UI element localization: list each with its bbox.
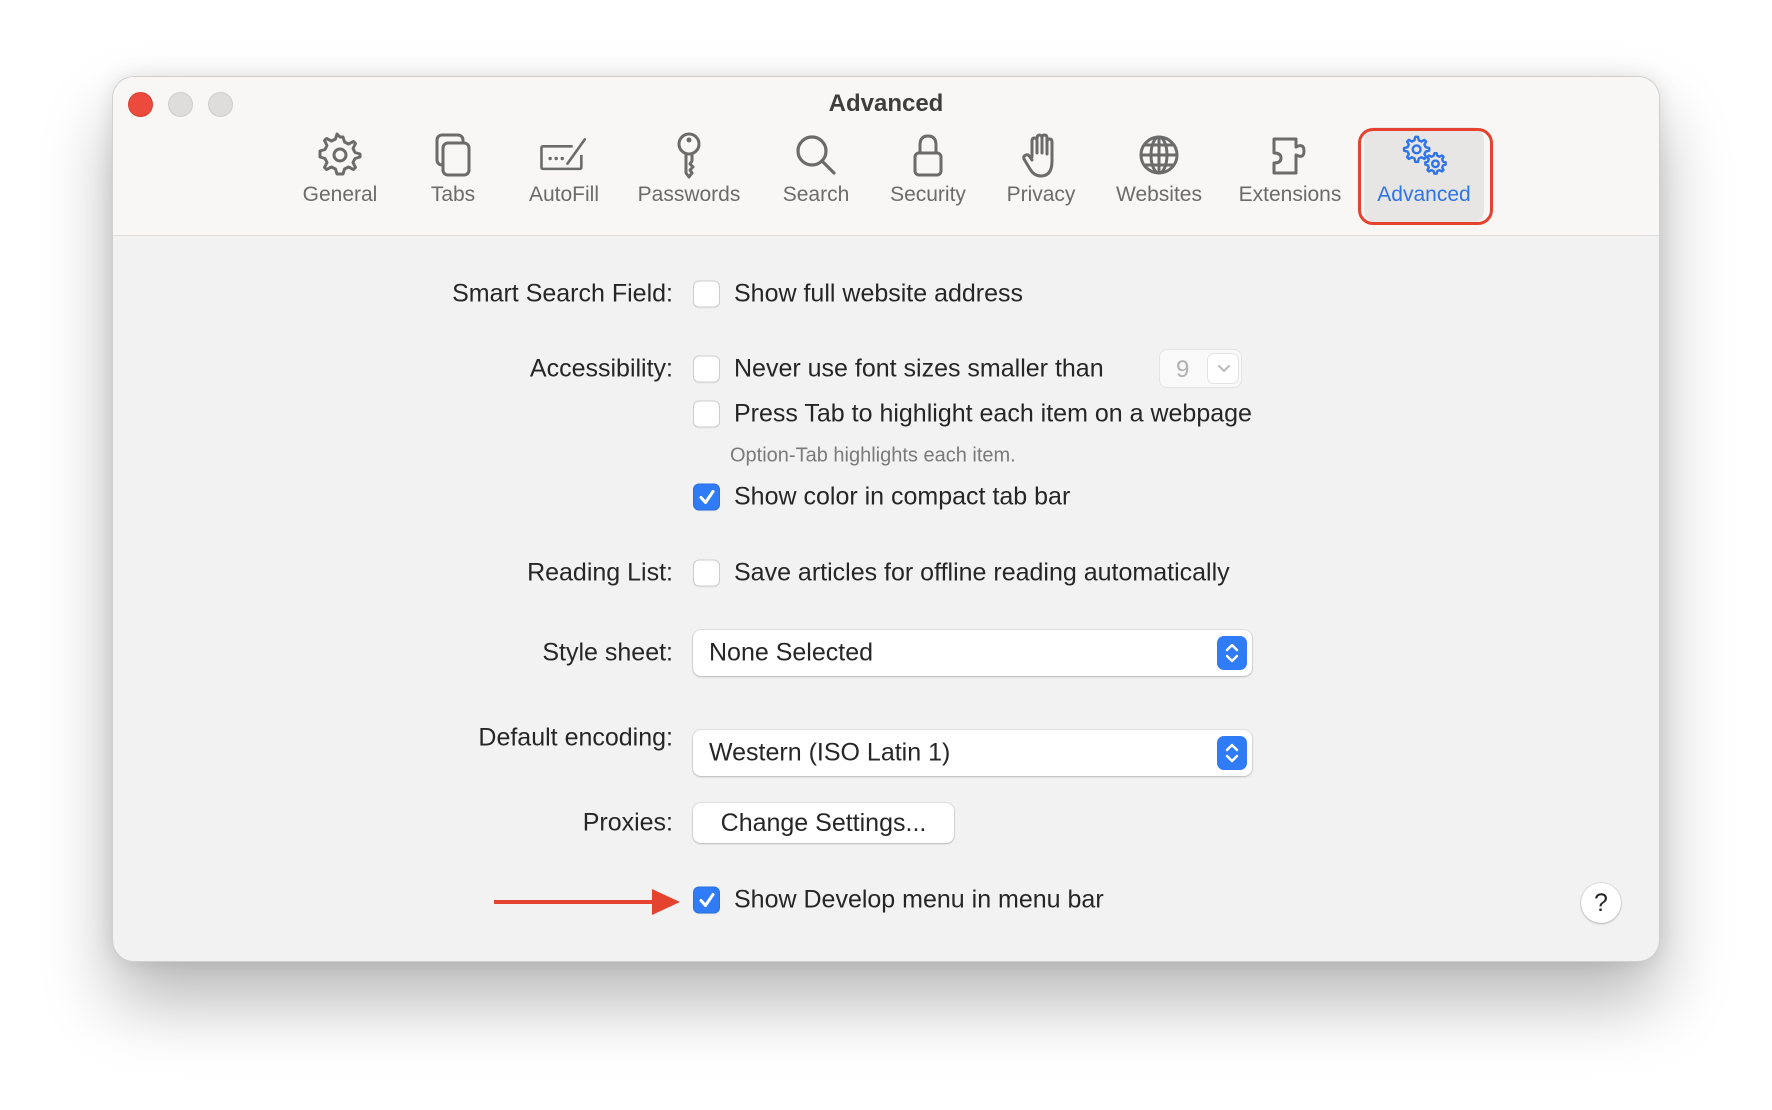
- default-encoding-value: Western (ISO Latin 1): [709, 738, 951, 767]
- save-offline-checkbox[interactable]: [693, 559, 720, 587]
- show-color-compact-tab-text: Show color in compact tab bar: [734, 482, 1071, 511]
- show-develop-menu-text: Show Develop menu in menu bar: [734, 885, 1104, 914]
- checkmark-icon: [699, 490, 715, 504]
- gear-icon: [318, 132, 362, 176]
- tab-general[interactable]: General: [280, 127, 400, 223]
- reading-list-label: Reading List:: [527, 558, 673, 587]
- titlebar: Advanced General Tabs AutoFill Passwords…: [113, 77, 1659, 236]
- tab-tabs[interactable]: Tabs: [393, 127, 513, 223]
- min-font-size-text: Never use font sizes smaller than: [734, 354, 1104, 383]
- tab-security[interactable]: Security: [868, 127, 988, 223]
- save-offline-text: Save articles for offline reading automa…: [734, 558, 1230, 587]
- tab-extensions[interactable]: Extensions: [1230, 127, 1350, 223]
- chevron-down-icon[interactable]: [1207, 353, 1239, 384]
- tab-label: Privacy: [1006, 183, 1076, 206]
- show-develop-menu-checkbox[interactable]: [693, 886, 720, 914]
- puzzle-icon: [1272, 137, 1306, 175]
- tab-label: Websites: [1116, 183, 1202, 206]
- tab-privacy[interactable]: Privacy: [981, 127, 1101, 223]
- default-encoding-select[interactable]: Western (ISO Latin 1): [693, 730, 1252, 776]
- tab-websites[interactable]: Websites: [1099, 127, 1219, 223]
- style-sheet-select[interactable]: None Selected: [693, 630, 1252, 676]
- window-title: Advanced: [828, 90, 944, 117]
- gears-icon: [1402, 135, 1447, 175]
- tab-label: Security: [890, 183, 966, 206]
- tab-label: Tabs: [430, 183, 476, 206]
- tab-advanced[interactable]: Advanced: [1364, 127, 1484, 223]
- show-full-address-checkbox[interactable]: [693, 280, 720, 308]
- tab-label: AutoFill: [528, 183, 600, 206]
- press-tab-highlight-checkbox[interactable]: [693, 400, 720, 428]
- option-tab-hint: Option-Tab highlights each item.: [730, 444, 1016, 467]
- tab-label: Advanced: [1377, 183, 1471, 206]
- show-full-address-text: Show full website address: [734, 279, 1024, 308]
- press-tab-highlight-text: Press Tab to highlight each item on a we…: [734, 399, 1252, 428]
- help-button[interactable]: ?: [1581, 883, 1621, 923]
- key-icon: [677, 132, 701, 179]
- smart-search-field-label: Smart Search Field:: [452, 279, 673, 308]
- hand-icon: [1022, 133, 1054, 178]
- style-sheet-label: Style sheet:: [542, 638, 673, 667]
- min-font-size-value: 9: [1176, 356, 1190, 383]
- tab-autofill[interactable]: AutoFill: [504, 127, 624, 223]
- show-color-compact-tab-checkbox[interactable]: [693, 483, 720, 511]
- tab-label: Passwords: [637, 183, 741, 206]
- default-encoding-label: Default encoding:: [478, 723, 673, 752]
- style-sheet-value: None Selected: [709, 638, 874, 667]
- globe-icon: [1139, 135, 1179, 175]
- autofill-icon: [540, 138, 587, 171]
- up-down-chevron-icon: [1217, 636, 1247, 670]
- min-font-size-checkbox[interactable]: [693, 355, 720, 383]
- tab-passwords[interactable]: Passwords: [629, 127, 749, 223]
- up-down-chevron-icon: [1217, 736, 1247, 770]
- accessibility-label: Accessibility:: [529, 354, 673, 383]
- lock-icon: [913, 134, 943, 177]
- tab-label: General: [302, 183, 378, 206]
- tab-label: Search: [782, 183, 850, 206]
- change-settings-button[interactable]: Change Settings...: [693, 803, 954, 843]
- annotation-arrow-icon: [494, 889, 680, 915]
- checkmark-icon: [699, 893, 715, 907]
- magnifier-icon: [796, 135, 836, 175]
- tab-search[interactable]: Search: [756, 127, 876, 223]
- proxies-label: Proxies:: [582, 808, 673, 837]
- tab-label: Extensions: [1238, 183, 1342, 206]
- min-font-size-popup[interactable]: 9: [1159, 349, 1242, 388]
- safari-settings-window: Advanced General Tabs AutoFill Passwords…: [112, 76, 1660, 962]
- tabs-icon: [435, 133, 471, 177]
